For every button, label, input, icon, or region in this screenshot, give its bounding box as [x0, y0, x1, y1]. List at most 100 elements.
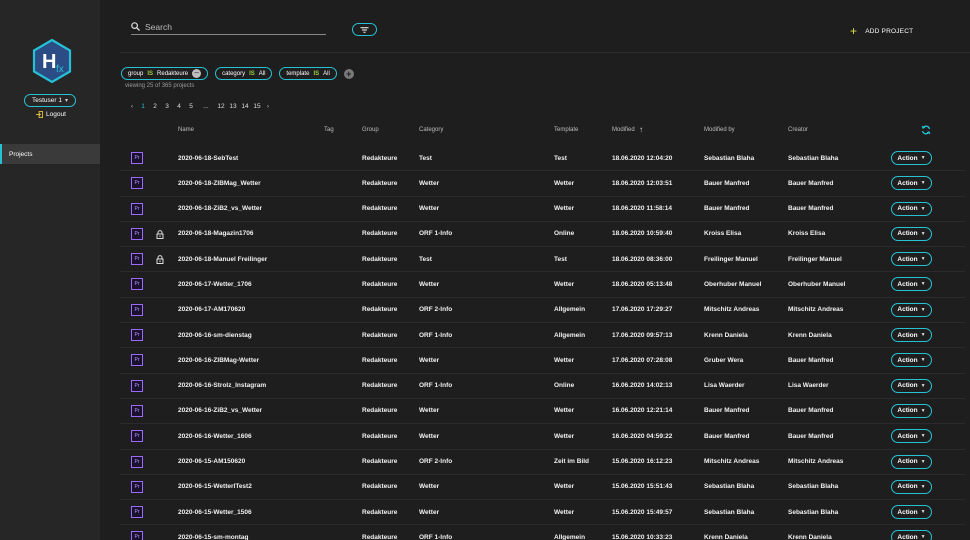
column-header-category[interactable]: Category: [419, 127, 443, 133]
premiere-pro-icon: Pr: [131, 329, 143, 342]
column-header-creator[interactable]: Creator: [788, 127, 808, 133]
action-dropdown-button[interactable]: Action ▼: [891, 429, 932, 444]
logout-link[interactable]: Logout: [36, 111, 66, 118]
page-1[interactable]: 1: [137, 103, 149, 110]
app-badge-label: Pr: [134, 509, 140, 516]
page-3[interactable]: 3: [161, 103, 173, 110]
action-dropdown-button[interactable]: Action ▼: [891, 176, 932, 191]
table-row[interactable]: Pr 2020-06-18-Magazin1706 Redakteure ORF…: [120, 222, 965, 248]
cell-name: 2020-06-15-sm-montag: [178, 533, 249, 540]
action-dropdown-button[interactable]: Action ▼: [891, 505, 932, 520]
action-label: Action: [897, 533, 918, 540]
premiere-pro-icon: Pr: [131, 404, 143, 417]
filter-chip-category[interactable]: category IS All: [215, 67, 273, 80]
page-12[interactable]: 12: [215, 103, 227, 110]
table-row[interactable]: Pr 2020-06-15-sm-montag Redakteure ORF 1…: [120, 525, 965, 540]
table-row[interactable]: Pr 2020-06-16-ZiB2_vs_Wetter Redakteure …: [120, 399, 965, 425]
cell-name: 2020-06-16-ZIBMag-Wetter: [178, 356, 260, 364]
action-label: Action: [897, 432, 918, 440]
chevron-down-icon: ▼: [920, 180, 926, 187]
action-dropdown-button[interactable]: Action ▼: [891, 530, 932, 540]
cell-modified: 18.06.2020 08:36:00: [612, 255, 673, 263]
next-page-icon[interactable]: ›: [263, 103, 273, 110]
cell-template: Online: [554, 230, 575, 238]
table-row[interactable]: Pr 2020-06-18-Manuel Freilinger Redakteu…: [120, 247, 965, 273]
column-header-modified[interactable]: Modified: [612, 127, 635, 133]
cell-template: Allgemein: [554, 306, 586, 314]
page-15[interactable]: 15: [251, 103, 263, 110]
column-header-tag[interactable]: Tag: [324, 127, 334, 133]
table-row[interactable]: Pr 2020-06-16-sm-dienstag Redakteure ORF…: [120, 323, 965, 349]
cell-modified: 18.06.2020 12:04:20: [612, 154, 673, 162]
add-project-button[interactable]: + ADD PROJECT: [850, 24, 913, 38]
action-dropdown-button[interactable]: Action ▼: [891, 151, 932, 165]
action-dropdown-button[interactable]: Action ▼: [891, 226, 932, 241]
table-header: Name Tag Group Category Template Modifie…: [120, 122, 965, 140]
add-filter-icon[interactable]: +: [343, 68, 354, 79]
table-row[interactable]: Pr 2020-06-18-ZiB2_vs_Wetter Redakteure …: [120, 197, 965, 222]
lock-icon: [156, 255, 164, 265]
action-dropdown-button[interactable]: Action ▼: [891, 353, 932, 368]
column-header-name[interactable]: Name: [178, 127, 194, 133]
page-5[interactable]: 5: [185, 103, 197, 110]
plus-icon: +: [850, 24, 858, 38]
table-row[interactable]: Pr 2020-06-17-AM170620 Redakteure ORF 2-…: [120, 298, 965, 324]
action-dropdown-button[interactable]: Action ▼: [891, 252, 932, 267]
page-2[interactable]: 2: [149, 103, 161, 110]
column-header-group[interactable]: Group: [362, 127, 379, 133]
table-row[interactable]: Pr 2020-06-15-AM150620 Redakteure ORF 2-…: [120, 450, 965, 475]
cell-category: ORF 2-Info: [419, 458, 453, 466]
premiere-pro-icon: Pr: [131, 202, 143, 215]
filter-toggle-button[interactable]: [352, 23, 377, 36]
action-label: Action: [897, 483, 918, 491]
chevron-down-icon: ▼: [920, 256, 926, 263]
action-dropdown-button[interactable]: Action ▼: [891, 328, 932, 343]
page-4[interactable]: 4: [173, 103, 185, 110]
cell-modified: 15.06.2020 15:49:57: [612, 508, 673, 516]
column-header-modified-by[interactable]: Modified by: [704, 127, 735, 133]
table-row[interactable]: Pr 2020-06-15-Wetter_1506 Redakteure Wet…: [120, 500, 965, 526]
table-row[interactable]: Pr 2020-06-15-WetterITest2 Redakteure We…: [120, 475, 965, 501]
action-dropdown-button[interactable]: Action ▼: [891, 201, 932, 216]
action-dropdown-button[interactable]: Action ▼: [891, 302, 932, 317]
table-row[interactable]: Pr 2020-06-16-Wetter_1606 Redakteure Wet…: [120, 424, 965, 450]
chevron-down-icon: ▼: [920, 155, 926, 161]
cell-name: 2020-06-17-AM170620: [178, 306, 246, 314]
page-13[interactable]: 13: [227, 103, 239, 110]
column-header-template[interactable]: Template: [554, 127, 578, 133]
action-dropdown-button[interactable]: Action ▼: [891, 454, 932, 469]
sidebar-item-projects[interactable]: Projects: [0, 144, 100, 164]
action-dropdown-button[interactable]: Action ▼: [891, 378, 932, 393]
action-dropdown-button[interactable]: Action ▼: [891, 277, 932, 292]
page-14[interactable]: 14: [239, 103, 251, 110]
hfx-logo: H fx: [32, 38, 72, 84]
cell-group: Redakteure: [362, 205, 398, 213]
prev-page-icon[interactable]: ‹: [127, 103, 137, 110]
action-label: Action: [897, 306, 918, 314]
chevron-down-icon: ▼: [920, 483, 926, 490]
action-label: Action: [897, 508, 918, 516]
filter-chip-group[interactable]: group IS Redakteure –: [121, 67, 209, 80]
cell-template: Online: [554, 382, 575, 390]
table-row[interactable]: Pr 2020-06-16-ZIBMag-Wetter Redakteure W…: [120, 348, 965, 374]
cell-modified-by: Freilinger Manuel: [704, 255, 758, 263]
cell-template: Wetter: [554, 407, 575, 415]
chip-field: template: [286, 70, 310, 77]
search-input[interactable]: [145, 21, 315, 32]
cell-name: 2020-06-15-WetterITest2: [178, 483, 252, 491]
action-dropdown-button[interactable]: Action ▼: [891, 479, 932, 494]
sort-ascending-icon: ↑: [639, 125, 643, 134]
cell-group: Redakteure: [362, 382, 398, 390]
cell-template: Allgemein: [554, 331, 586, 339]
table-row[interactable]: Pr 2020-06-18-SebTest Redakteure Test Te…: [120, 146, 965, 172]
cell-group: Redakteure: [362, 280, 398, 288]
table-row[interactable]: Pr 2020-06-16-Strolz_Instagram Redakteur…: [120, 374, 965, 399]
refresh-icon[interactable]: [921, 125, 931, 135]
user-dropdown[interactable]: Testuser 1 ▾: [24, 94, 76, 107]
table-row[interactable]: Pr 2020-06-18-ZIBMag_Wetter Redakteure W…: [120, 171, 965, 197]
remove-chip-icon[interactable]: –: [192, 69, 202, 78]
table-row[interactable]: Pr 2020-06-17-Wetter_1706 Redakteure Wet…: [120, 272, 965, 298]
cell-category: ORF 1-Info: [419, 331, 453, 339]
filter-chip-template[interactable]: template IS All: [279, 67, 337, 80]
action-dropdown-button[interactable]: Action ▼: [891, 403, 932, 418]
